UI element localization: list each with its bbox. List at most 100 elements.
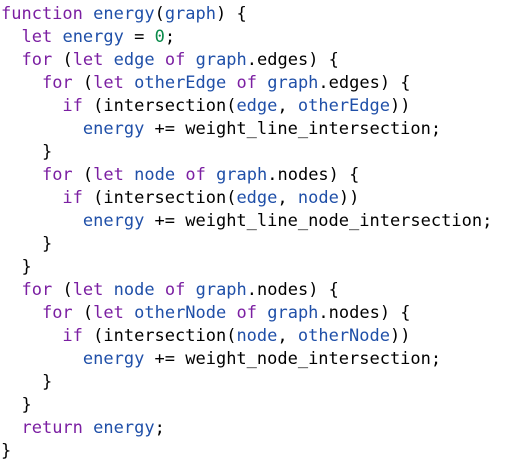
code-line: energy += weight_node_intersection;	[1, 348, 532, 371]
code-token: ;	[164, 27, 176, 47]
code-line: energy += weight_line_intersection;	[1, 118, 532, 141]
code-token: energy	[82, 349, 145, 369]
code-token: of	[236, 303, 257, 323]
code-token: ))	[390, 326, 411, 346]
code-token: otherNode	[134, 303, 227, 323]
code-token: (	[52, 50, 73, 70]
code-token: }	[1, 257, 32, 277]
code-line: }	[1, 141, 532, 164]
code-token: ;	[154, 418, 165, 438]
code-token: of	[185, 165, 206, 185]
code-token: += weight_node_intersection;	[144, 349, 442, 369]
code-line: for (let edge of graph.edges) {	[1, 49, 532, 72]
code-token: (	[72, 165, 94, 185]
code-token: ))	[338, 188, 360, 208]
code-token: += weight_line_intersection;	[144, 119, 442, 139]
code-token: graph	[267, 73, 319, 93]
code-line: for (let node of graph.nodes) {	[1, 164, 532, 187]
code-token: graph	[195, 280, 247, 300]
code-token: edge	[113, 50, 155, 70]
code-token: 0	[154, 27, 165, 47]
code-token: graph	[195, 50, 247, 70]
code-token: otherEdge	[297, 96, 390, 116]
code-token: for	[41, 73, 73, 93]
code-line: function energy(graph) {	[1, 3, 532, 26]
code-token: of	[236, 73, 257, 93]
code-token: if	[62, 188, 83, 208]
code-token: of	[164, 280, 186, 300]
code-line: }	[1, 233, 532, 256]
code-line: if (intersection(edge, otherEdge))	[1, 95, 532, 118]
code-token: (	[72, 73, 94, 93]
code-token: node	[297, 188, 339, 208]
code-token: .nodes) {	[246, 280, 339, 300]
code-token: if	[62, 96, 83, 116]
code-token: ,	[277, 188, 298, 208]
code-token: return	[21, 418, 83, 438]
code-line: }	[1, 256, 532, 279]
code-line: let energy = 0;	[1, 26, 532, 49]
code-token: (	[72, 303, 94, 323]
code-token: (	[52, 280, 73, 300]
code-token: function	[1, 4, 83, 24]
code-token: for	[21, 50, 53, 70]
code-token: energy	[82, 211, 145, 231]
code-token: edge	[236, 96, 278, 116]
code-token: for	[41, 303, 73, 323]
code-token: .nodes) {	[318, 303, 411, 323]
code-token: ,	[277, 96, 298, 116]
code-token: node	[113, 280, 155, 300]
code-token: .edges) {	[246, 50, 339, 70]
code-token: += weight_line_node_intersection;	[144, 211, 493, 231]
code-token: (intersection(	[82, 326, 237, 346]
code-token: let	[93, 73, 124, 93]
code-token: ) {	[216, 4, 247, 24]
code-token: let	[72, 280, 104, 300]
code-token: let	[93, 165, 124, 185]
code-token: graph	[216, 165, 268, 185]
code-token: if	[62, 326, 83, 346]
code-token: (intersection(	[82, 96, 237, 116]
code-line: energy += weight_line_node_intersection;	[1, 210, 532, 233]
code-line: }	[1, 394, 532, 417]
code-token: energy	[62, 27, 124, 47]
code-token: }	[1, 142, 53, 162]
code-token: let	[93, 303, 124, 323]
code-line: }	[1, 440, 532, 463]
code-token: for	[21, 280, 53, 300]
code-line: return energy;	[1, 417, 532, 440]
code-block: function energy(graph) { let energy = 0;…	[0, 0, 532, 462]
code-line: for (let node of graph.nodes) {	[1, 279, 532, 302]
code-token: graph	[267, 303, 319, 323]
code-line: for (let otherEdge of graph.edges) {	[1, 72, 532, 95]
code-token: otherNode	[297, 326, 390, 346]
code-token: .nodes) {	[267, 165, 360, 185]
code-token: let	[72, 50, 104, 70]
code-token: energy	[82, 119, 145, 139]
code-line: for (let otherNode of graph.nodes) {	[1, 302, 532, 325]
code-token: .edges) {	[318, 73, 411, 93]
code-token: energy	[93, 4, 155, 24]
code-token: of	[164, 50, 186, 70]
